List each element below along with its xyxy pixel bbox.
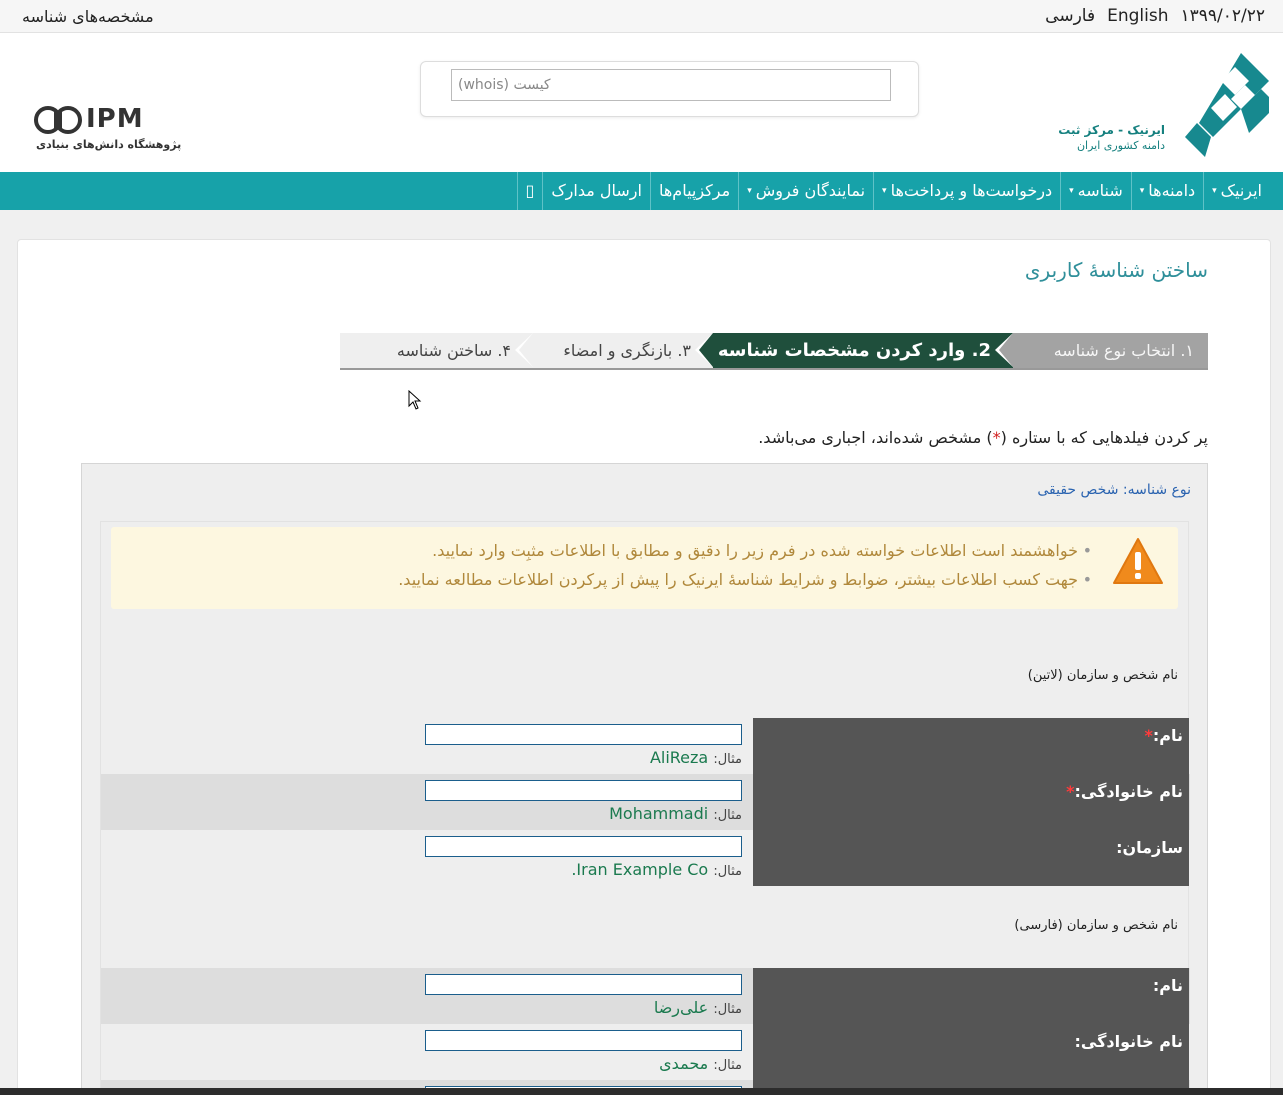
ipm-subtitle: پژوهشگاه دانش‌های بنیادی: [36, 138, 182, 151]
irnic-logo[interactable]: ایرنیک - مرکز ثبت دامنه کشوری ایران: [1058, 53, 1269, 161]
box-icon: ▯: [525, 181, 535, 200]
page-title: ساختن شناسهٔ کاربری: [1024, 258, 1208, 282]
nav-item-requests-payments[interactable]: درخواست‌ها و پرداخت‌ها ▾: [873, 172, 1060, 210]
section-farsi-name: نام شخص و سازمان (فارسی): [1014, 918, 1178, 933]
warning-item: خواهشمند است اطلاعات خواسته شده در فرم ز…: [398, 541, 1092, 560]
latin-organization-input[interactable]: [425, 836, 742, 857]
main-nav: ایرنیک ▾ دامنه‌ها ▾ شناسه ▾ درخواست‌ها و پر…: [0, 172, 1283, 210]
irnic-subtitle: دامنه کشوری ایران: [1076, 139, 1165, 152]
step-enter-details: 2. وارد کردن مشخصات شناسه: [713, 333, 1013, 368]
latin-last-name-input[interactable]: [425, 780, 742, 801]
nav-item-resellers[interactable]: نمایندگان فروش ▾: [738, 172, 873, 210]
field-example: مثال: AliReza: [649, 748, 742, 767]
step-create-handle: ۴. ساختن شناسه: [340, 333, 533, 368]
field-label: سازمان:: [753, 830, 1189, 886]
step-arrow: [999, 333, 1013, 367]
chevron-down-icon: ▾: [747, 186, 752, 196]
farsi-last-name-input[interactable]: [425, 1030, 742, 1051]
required-fields-note: پر کردن فیلدهایی که با ستاره (*) مشخص شد…: [758, 428, 1208, 447]
current-date: ۱۳۹۹/۰۲/۲۲: [1180, 6, 1265, 26]
field-label: نام خانوادگی:: [753, 1024, 1189, 1080]
form-row-latin-organization: سازمان: مثال: Iran Example Co.: [101, 830, 1190, 886]
lang-farsi-link[interactable]: فارسی: [1045, 6, 1095, 26]
whois-search-box: [420, 61, 919, 117]
site-header: ایرنیک - مرکز ثبت دامنه کشوری ایران IPM …: [0, 33, 1283, 172]
handle-details-link[interactable]: مشخصه‌های شناسه: [22, 7, 154, 26]
field-example: مثال: محمدی: [659, 1054, 742, 1073]
step-arrow: [699, 333, 713, 367]
bottom-bar: [0, 1088, 1283, 1095]
mouse-cursor-icon: [408, 390, 422, 410]
field-example: مثال: Mohammadi: [609, 804, 742, 823]
field-label: نام:*: [753, 718, 1189, 774]
nav-item-irnic[interactable]: ایرنیک ▾: [1203, 172, 1270, 210]
form-row-latin-last-name: نام خانوادگی:* مثال: Mohammadi: [101, 774, 1190, 830]
step-select-type[interactable]: ۱. انتخاب نوع شناسه: [1013, 333, 1208, 368]
form-inner: خواهشمند است اطلاعات خواسته شده در فرم ز…: [100, 521, 1190, 1095]
nav-item-send-documents[interactable]: ارسال مدارک: [542, 172, 650, 210]
latin-first-name-input[interactable]: [425, 724, 742, 745]
field-example: مثال: علی‌رضا: [653, 998, 742, 1017]
step-arrow: [519, 333, 533, 367]
nav-item-domains[interactable]: دامنه‌ها ▾: [1130, 172, 1203, 210]
nav-item-message-center[interactable]: مرکزپیام‌ها: [649, 172, 738, 210]
field-label: نام خانوادگی:*: [753, 774, 1189, 830]
warning-icon: [1113, 538, 1163, 584]
ipm-logo[interactable]: IPM پژوهشگاه دانش‌های بنیادی: [34, 104, 184, 155]
chevron-down-icon: ▾: [1069, 186, 1074, 196]
wizard-steps: ۱. انتخاب نوع شناسه 2. وارد کردن مشخصات …: [340, 333, 1208, 370]
step-review-sign: ۳. بازنگری و امضاء: [533, 333, 713, 368]
content-panel: ساختن شناسهٔ کاربری ۱. انتخاب نوع شناسه …: [17, 239, 1271, 1095]
chevron-down-icon: ▾: [1139, 186, 1145, 196]
chevron-down-icon: ▾: [882, 186, 887, 196]
form-row-farsi-last-name: نام خانوادگی: مثال: محمدی: [101, 1024, 1190, 1080]
top-bar-right: ۱۳۹۹/۰۲/۲۲ English فارسی: [1045, 6, 1265, 26]
form-row-farsi-first-name: نام: مثال: علی‌رضا: [101, 968, 1190, 1024]
warning-box: خواهشمند است اطلاعات خواسته شده در فرم ز…: [111, 527, 1178, 609]
handle-form: نوع شناسه: شخص حقیقی خواهشمند است اطلاعا…: [81, 463, 1208, 1095]
farsi-first-name-input[interactable]: [425, 974, 742, 995]
nav-icon-box[interactable]: ▯: [516, 172, 543, 210]
field-example: مثال: Iran Example Co.: [571, 860, 742, 879]
whois-search-input[interactable]: [451, 69, 891, 101]
warning-item: جهت کسب اطلاعات بیشتر، ضوابط و شرایط شنا…: [398, 570, 1092, 589]
field-label: نام:: [753, 968, 1189, 1024]
ipm-logo-icon: [34, 106, 82, 134]
top-bar: ۱۳۹۹/۰۲/۲۲ English فارسی مشخصه‌های شناسه: [0, 0, 1283, 33]
nav-item-handle[interactable]: شناسه ▾: [1060, 172, 1131, 210]
ipm-text: IPM: [86, 104, 144, 134]
irnic-name: ایرنیک - مرکز ثبت: [1058, 123, 1165, 137]
form-row-latin-first-name: نام:* مثال: AliReza: [101, 718, 1190, 774]
section-latin-name: نام شخص و سازمان (لاتین): [1027, 668, 1178, 683]
chevron-down-icon: ▾: [1212, 186, 1217, 196]
lang-english-link[interactable]: English: [1107, 6, 1168, 26]
irnic-logo-icon: [1185, 53, 1269, 157]
handle-type-label: نوع شناسه: شخص حقیقی: [1037, 482, 1191, 498]
